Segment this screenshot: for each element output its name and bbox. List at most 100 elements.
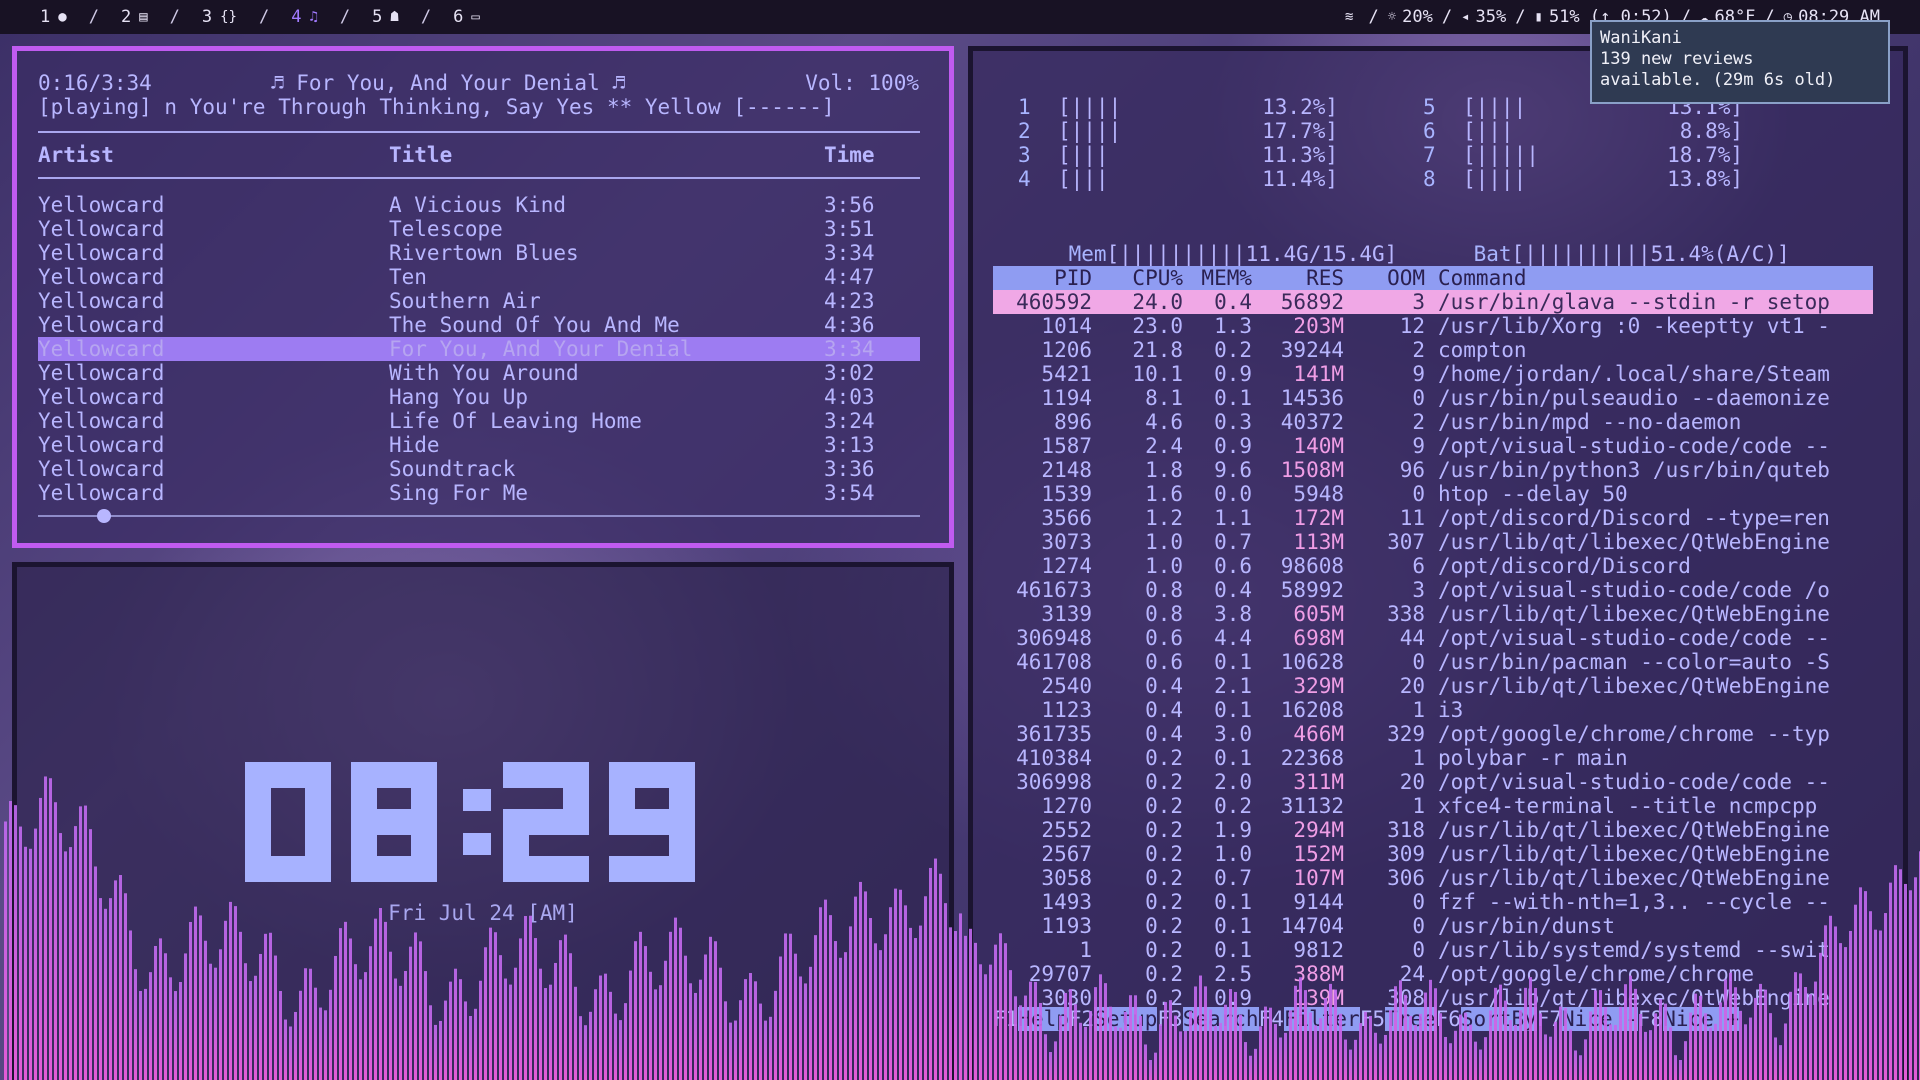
cpu-percent: 11.3%] — [1262, 143, 1338, 167]
process-row[interactable]: 1587 2.4 0.9 140M 9/opt/visual-studio-code/c… — [993, 434, 1873, 458]
fkey-f5[interactable]: F5Tree — [1360, 1007, 1436, 1031]
process-row[interactable]: 1493 0.2 0.1 9144 0 fzf --with-nth=1,3.. --cy… — [993, 890, 1873, 914]
process-res: 22368 — [1280, 746, 1344, 770]
process-cpu: 4.6 — [1145, 410, 1183, 434]
track-row[interactable]: Yellowcard A Vicious Kind 3:56 — [38, 193, 920, 217]
workspace-5[interactable]: 5 ☗ — [372, 7, 399, 27]
clock-segment — [503, 809, 529, 882]
header-pid[interactable]: PID — [1054, 266, 1092, 290]
notification-popup[interactable]: WaniKani 139 new reviews available. (29m… — [1590, 20, 1890, 104]
clock-date: Fri Jul 24 [AM] — [388, 901, 578, 925]
process-row[interactable]: 5421 10.1 0.9 141M 9/home/jordan/.local/shar… — [993, 362, 1873, 386]
track-row[interactable]: Yellowcard Rivertown Blues 3:34 — [38, 241, 920, 265]
track-row[interactable]: Yellowcard Ten 4:47 — [38, 265, 920, 289]
workspace-list: 1 ●/2 ▤/3{}/4 ♫/5 ☗/6 ▭ — [0, 7, 480, 27]
process-row[interactable]: 29707 0.2 2.5 388M 24/opt/google/chrome/chro… — [993, 962, 1873, 986]
track-title: Ten — [389, 265, 427, 289]
playback-time: 0:16/3:34 — [38, 71, 152, 95]
track-row[interactable]: Yellowcard Hang You Up 4:03 — [38, 385, 920, 409]
fkey-f8[interactable]: F8Nice + — [1638, 1007, 1740, 1031]
process-row[interactable]: 461673 0.8 0.4 58992 3/opt/visual-studio-cod… — [993, 578, 1873, 602]
process-row[interactable]: 410384 0.2 0.1 22368 1 polybar -r main — [993, 746, 1873, 770]
volume-indicator[interactable]: Vol: 100% — [805, 71, 919, 95]
track-row-selected[interactable]: Yellowcard For You, And Your Denial 3:34 — [38, 337, 920, 361]
process-row[interactable]: 3058 0.2 0.7 107M 306/usr/lib/qt/libexec/QtW… — [993, 866, 1873, 890]
track-title: Hang You Up — [389, 385, 529, 409]
header-command[interactable]: Command — [1438, 266, 1527, 290]
column-header-artist[interactable]: Artist — [38, 143, 114, 167]
memory-value: 11.4G/15.4G] — [1245, 242, 1398, 266]
workspace-2[interactable]: 2 ▤ — [121, 7, 148, 27]
process-row[interactable]: 306998 0.2 2.0 311M 20/opt/visual-studio-cod… — [993, 770, 1873, 794]
track-row[interactable]: Yellowcard The Sound Of You And Me 4:36 — [38, 313, 920, 337]
process-row[interactable]: 1270 0.2 0.2 31132 1 xfce4-terminal --title n… — [993, 794, 1873, 818]
header-res[interactable]: RES — [1306, 266, 1344, 290]
process-row[interactable]: 3566 1.2 1.1 172M 11/opt/discord/Discord --t… — [993, 506, 1873, 530]
process-pid: 1194 — [1041, 386, 1092, 410]
process-mem: 0.2 — [1214, 794, 1252, 818]
header-cpu[interactable]: CPU% — [1132, 266, 1183, 290]
process-cpu: 1.2 — [1145, 506, 1183, 530]
process-pid: 410384 — [1016, 746, 1092, 770]
process-oom: 338 — [1387, 602, 1425, 626]
process-cpu: 1.0 — [1145, 554, 1183, 578]
track-row[interactable]: Yellowcard Hide 3:13 — [38, 433, 920, 457]
process-row[interactable]: 1274 1.0 0.6 98608 6/opt/discord/Discord — [993, 554, 1873, 578]
workspace-3[interactable]: 3 {} — [202, 7, 237, 27]
workspace-1[interactable]: 1 ● — [40, 7, 67, 27]
track-row[interactable]: Yellowcard Southern Air 4:23 — [38, 289, 920, 313]
process-command: /usr/lib/qt/libexec/QtWebEngine — [1438, 530, 1830, 554]
process-mem: 1.9 — [1214, 818, 1252, 842]
fkey-f4[interactable]: F4Filter — [1259, 1007, 1360, 1031]
process-row-selected[interactable]: 460592 24.0 0.4 56892 3/usr/bin/glava --stdi… — [993, 290, 1873, 314]
process-mem: 0.0 — [1214, 482, 1252, 506]
process-row[interactable]: 306948 0.6 4.4 698M 44/opt/visual-studio-cod… — [993, 626, 1873, 650]
process-row[interactable]: 1 0.2 0.1 9812 0/usr/lib/systemd/systemd --s… — [993, 938, 1873, 962]
battery-bar: [|||||||||| — [1511, 242, 1651, 266]
progress-track[interactable] — [38, 515, 920, 517]
fkey-label: Search — [1182, 1007, 1259, 1031]
process-row[interactable]: 2567 0.2 1.0 152M 309/usr/lib/qt/libexec/QtW… — [993, 842, 1873, 866]
track-title: The Sound Of You And Me — [389, 313, 680, 337]
track-row[interactable]: Yellowcard Sing For Me 3:54 — [38, 481, 920, 505]
track-row[interactable]: Yellowcard Life Of Leaving Home 3:24 — [38, 409, 920, 433]
progress-knob[interactable] — [97, 509, 112, 523]
process-row[interactable]: 3139 0.8 3.8 605M 338/usr/lib/qt/libexec/QtW… — [993, 602, 1873, 626]
fkey-f2[interactable]: F2Setup — [1069, 1007, 1158, 1031]
track-title: Soundtrack — [389, 457, 516, 481]
fkey-f7[interactable]: F7Nice - — [1537, 1007, 1638, 1031]
process-row[interactable]: 1539 1.6 0.0 5948 0 htop --delay 50 — [993, 482, 1873, 506]
process-command: xfce4-terminal --title ncmpcpp — [1438, 794, 1818, 818]
process-row[interactable]: 1206 21.8 0.2 39244 2 compton — [993, 338, 1873, 362]
track-time: 3:34 — [824, 337, 875, 361]
process-row[interactable]: 896 4.6 0.3 40372 2/usr/bin/mpd --no-daemon — [993, 410, 1873, 434]
process-row[interactable]: 461708 0.6 0.1 10628 0/usr/bin/pacman --colo… — [993, 650, 1873, 674]
workspace-number: 4 — [291, 7, 302, 27]
fkey-f1[interactable]: F1Help — [993, 1007, 1069, 1031]
track-time: 4:47 — [824, 265, 875, 289]
header-mem[interactable]: MEM% — [1201, 266, 1252, 290]
process-row[interactable]: 361735 0.4 3.0 466M 329/opt/google/chrome/ch… — [993, 722, 1873, 746]
process-row[interactable]: 1014 23.0 1.3 203M 12/usr/lib/Xorg :0 -keept… — [993, 314, 1873, 338]
track-artist: Yellowcard — [38, 457, 165, 481]
track-row[interactable]: Yellowcard With You Around 3:02 — [38, 361, 920, 385]
process-pid: 3073 — [1041, 530, 1092, 554]
column-header-time[interactable]: Time — [824, 143, 875, 167]
track-row[interactable]: Yellowcard Telescope 3:51 — [38, 217, 920, 241]
process-res: 40372 — [1280, 410, 1344, 434]
track-row[interactable]: Yellowcard Soundtrack 3:36 — [38, 457, 920, 481]
process-row[interactable]: 2148 1.8 9.6 1508M 96/usr/bin/python3 /usr/b… — [993, 458, 1873, 482]
process-row[interactable]: 2540 0.4 2.1 329M 20/usr/lib/qt/libexec/QtWe… — [993, 674, 1873, 698]
workspace-6[interactable]: 6 ▭ — [453, 7, 480, 27]
column-header-title[interactable]: Title — [389, 143, 452, 167]
process-row[interactable]: 1123 0.4 0.1 16208 1 i3 — [993, 698, 1873, 722]
workspace-4[interactable]: 4 ♫ — [291, 7, 318, 27]
header-oom[interactable]: OOM — [1387, 266, 1425, 290]
process-row[interactable]: 3073 1.0 0.7 113M 307/usr/lib/qt/libexec/QtW… — [993, 530, 1873, 554]
process-oom: 0 — [1412, 650, 1425, 674]
fkey-f3[interactable]: F3Search — [1157, 1007, 1259, 1031]
fkey-f6[interactable]: F6SortBy — [1436, 1007, 1537, 1031]
process-row[interactable]: 1194 8.1 0.1 14536 0/usr/bin/pulseaudio --da… — [993, 386, 1873, 410]
process-row[interactable]: 2552 0.2 1.9 294M 318/usr/lib/qt/libexec/QtW… — [993, 818, 1873, 842]
process-row[interactable]: 1193 0.2 0.1 14704 0/usr/bin/dunst — [993, 914, 1873, 938]
